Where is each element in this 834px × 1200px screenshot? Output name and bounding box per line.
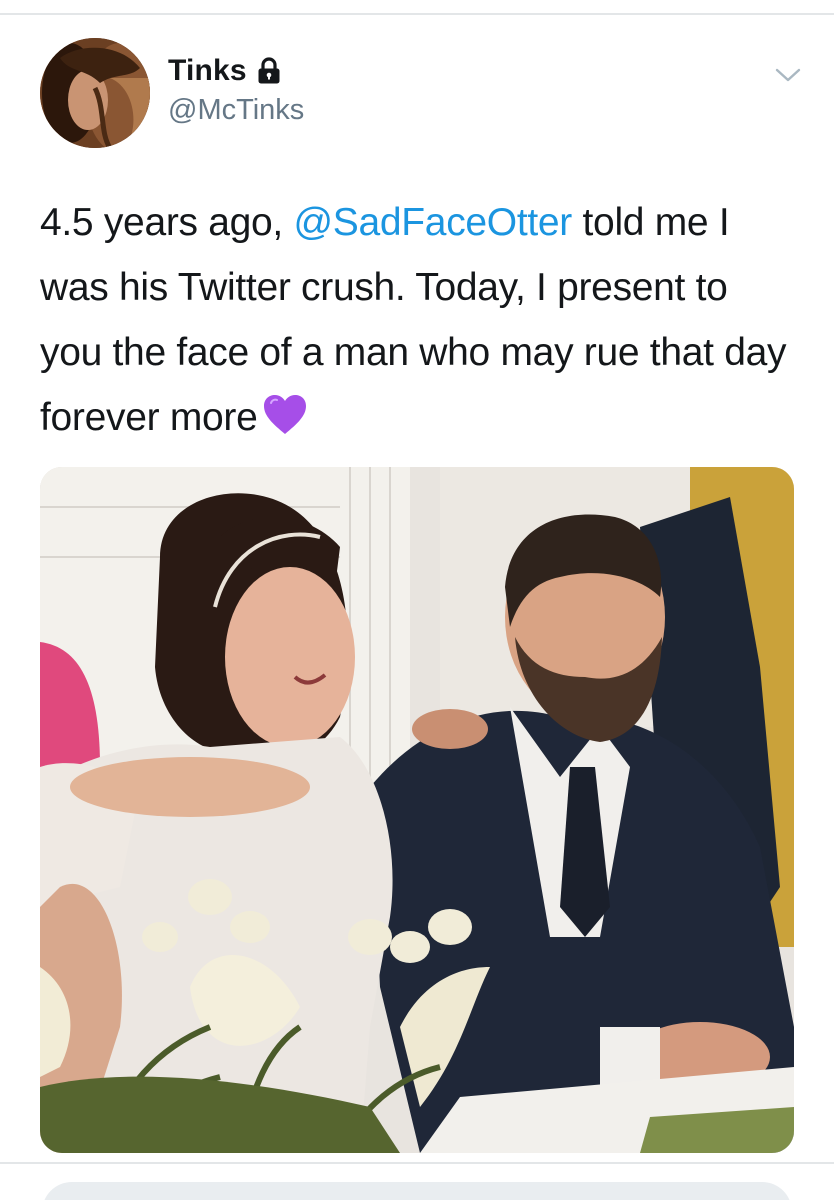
wedding-photo xyxy=(40,467,794,1153)
display-name[interactable]: Tinks xyxy=(168,54,247,88)
mention-link[interactable]: @SadFaceOtter xyxy=(294,201,573,244)
avatar-image xyxy=(40,38,150,148)
purple-heart-icon xyxy=(263,391,307,456)
display-name-row: Tinks xyxy=(168,52,304,90)
author-block[interactable]: Tinks @McTinks xyxy=(168,52,304,127)
tweet-text-part-1: 4.5 years ago, xyxy=(40,201,294,244)
chevron-down-icon[interactable] xyxy=(773,62,803,86)
tweet-text: 4.5 years ago, @SadFaceOtter told me I w… xyxy=(40,190,800,456)
lock-icon xyxy=(257,57,281,85)
handle[interactable]: @McTinks xyxy=(168,94,304,127)
bottom-divider xyxy=(0,1162,834,1164)
avatar[interactable] xyxy=(40,38,150,148)
reply-input[interactable] xyxy=(42,1182,792,1200)
tweet-photo[interactable] xyxy=(40,467,794,1153)
tweet-header: Tinks @McTinks xyxy=(40,38,803,150)
tweet-screen: Tinks @McTinks 4.5 years ago, @SadFaceOt… xyxy=(0,0,834,1200)
top-divider xyxy=(0,13,834,15)
